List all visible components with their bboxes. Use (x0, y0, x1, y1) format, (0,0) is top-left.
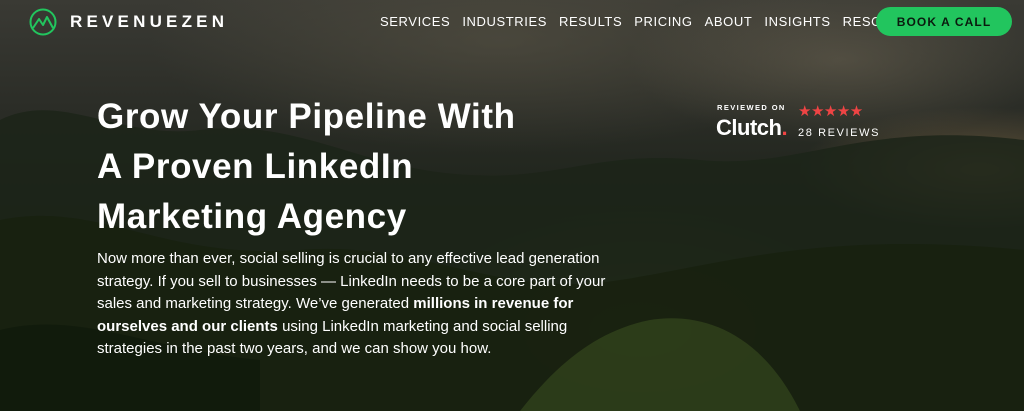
review-count: 28 REVIEWS (798, 127, 881, 139)
clutch-logo-dot: . (781, 115, 788, 140)
main-menu: SERVICES INDUSTRIES RESULTS PRICING ABOU… (380, 14, 942, 29)
hero-description: Now more than ever, social selling is cr… (97, 248, 607, 361)
hero-headline: Grow Your Pipeline With A Proven LinkedI… (97, 92, 617, 242)
brand-name: REVENUEZEN (70, 12, 229, 31)
clutch-logo: Clutch. (716, 115, 788, 141)
nav-services[interactable]: SERVICES (380, 14, 450, 29)
mountain-logo-icon (29, 8, 57, 36)
book-a-call-button[interactable]: BOOK A CALL (876, 7, 1012, 36)
clutch-reviews-badge[interactable]: REVIEWED ON Clutch. ★★★★★ 28 REVIEWS (716, 103, 896, 143)
nav-industries[interactable]: INDUSTRIES (462, 14, 547, 29)
clutch-logo-text: Clutch (716, 115, 782, 140)
reviewed-on-label: REVIEWED ON (717, 103, 786, 112)
brand-logo[interactable]: REVENUEZEN (28, 8, 228, 36)
top-navigation: REVENUEZEN SERVICES INDUSTRIES RESULTS P… (0, 0, 1024, 44)
headline-line-1: Grow Your Pipeline With (97, 97, 516, 136)
headline-line-2: A Proven LinkedIn (97, 147, 414, 186)
nav-pricing[interactable]: PRICING (634, 14, 692, 29)
nav-insights[interactable]: INSIGHTS (764, 14, 830, 29)
headline-line-3: Marketing Agency (97, 197, 407, 236)
nav-results[interactable]: RESULTS (559, 14, 622, 29)
hero-section: REVENUEZEN SERVICES INDUSTRIES RESULTS P… (0, 0, 1024, 411)
star-rating-icon: ★★★★★ (798, 102, 863, 120)
nav-about[interactable]: ABOUT (705, 14, 753, 29)
